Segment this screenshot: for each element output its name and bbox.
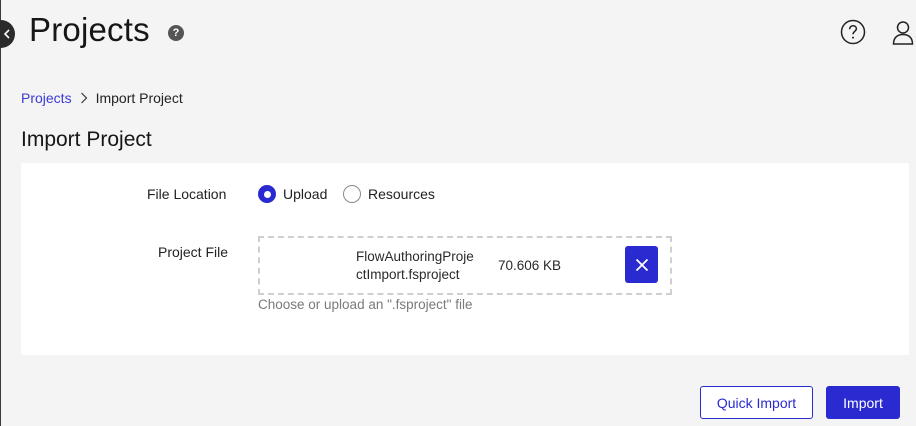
page-title: Projects [29, 11, 150, 48]
left-edge-divider [0, 0, 1, 426]
radio-checked-icon [258, 185, 276, 203]
user-account-button[interactable] [890, 19, 916, 50]
chevron-right-icon [80, 92, 88, 104]
breadcrumb-current: Import Project [95, 90, 183, 106]
file-size: 70.606 KB [498, 258, 562, 273]
file-hint: Choose or upload an ".fsproject" file [258, 297, 473, 312]
section-title: Import Project [21, 128, 152, 151]
radio-upload[interactable]: Upload [258, 185, 327, 203]
help-button[interactable] [840, 19, 866, 50]
file-name: FlowAuthoringProjectImport.fsproject [356, 249, 474, 282]
radio-unchecked-icon [343, 185, 361, 203]
breadcrumb-link-projects[interactable]: Projects [21, 90, 72, 106]
user-icon [892, 21, 914, 45]
file-location-label: File Location [147, 186, 227, 202]
title-help-icon[interactable]: ? [168, 25, 184, 41]
chevron-left-icon [3, 29, 10, 39]
close-icon [635, 258, 648, 271]
radio-resources[interactable]: Resources [343, 185, 435, 203]
import-button[interactable]: Import [826, 386, 900, 419]
breadcrumb: Projects Import Project [21, 90, 183, 106]
file-dropzone[interactable]: FlowAuthoringProjectImport.fsproject 70.… [258, 236, 672, 295]
radio-upload-label: Upload [283, 186, 328, 202]
quick-import-button[interactable]: Quick Import [700, 386, 813, 419]
radio-resources-label: Resources [368, 186, 435, 202]
collapse-sidebar-button[interactable] [0, 20, 15, 48]
help-circle-icon [840, 19, 866, 45]
remove-file-button[interactable] [625, 246, 658, 283]
project-file-label: Project File [158, 244, 229, 260]
